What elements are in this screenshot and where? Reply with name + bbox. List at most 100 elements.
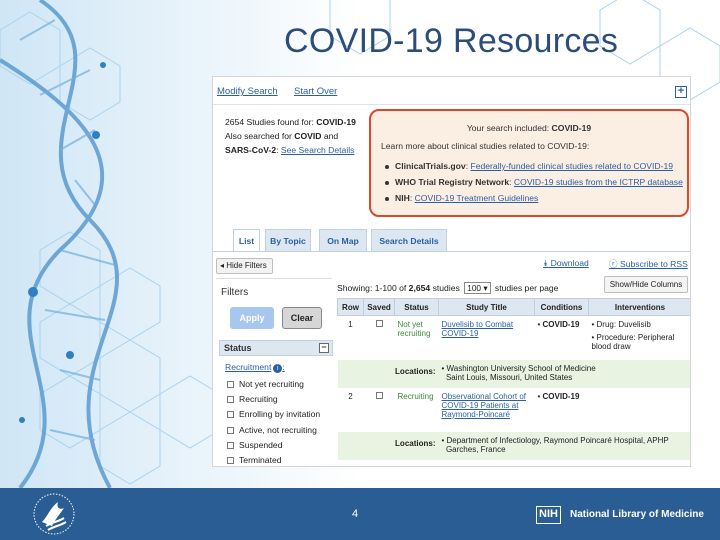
search-summary: 2654 Studies found for: COVID-19 Also se… [225,117,356,155]
plus-icon[interactable]: + [675,86,687,98]
resource-list: ClinicalTrials.gov: Federally-funded cli… [385,161,683,209]
show-hide-columns-button[interactable]: Show/Hide Columns [604,276,688,293]
column-header[interactable]: Status [394,298,439,316]
filters-panel: Filters Apply Clear Status − Recruitment… [216,278,333,466]
clear-button[interactable]: Clear [282,307,322,329]
filter-option-checkbox[interactable]: Enrolling by invitation [227,409,320,419]
also-term-covid: COVID [294,131,322,141]
location-text: Saint Louis, Missouri, United States [445,372,573,382]
showing-prefix: Showing: 1-100 of [337,283,407,293]
page-number: 4 [352,508,359,520]
column-header[interactable]: Saved [363,298,395,316]
clinicaltrials-screenshot: Modify Search Start Over + 2654 Studies … [212,76,691,467]
start-over-link[interactable]: Start Over [294,86,337,97]
search-term: COVID-19 [316,117,356,127]
location-row: Locations: • Department of Infectiology,… [337,431,690,460]
interventions-cell [589,388,691,432]
apply-button[interactable]: Apply [230,307,274,329]
checkbox-icon[interactable] [227,457,234,464]
per-page-suffix: studies per page [494,283,559,293]
tab-by-topic[interactable]: By Topic [265,229,311,251]
column-header[interactable]: Interventions [588,298,690,316]
download-label: Download [550,258,589,268]
status-section-header[interactable]: Status − [219,340,333,356]
download-link[interactable]: ⯯ Download [543,258,589,269]
filter-option-label: Suspended [239,440,283,450]
intervention-item: • Procedure: Peripheral blood draw [591,333,675,351]
save-checkbox[interactable] [375,391,383,399]
filter-option-label: Terminated [239,455,282,465]
resource-item: NIH: COVID-19 Treatment Guidelines [385,193,683,209]
condition-cell: • COVID-19 [537,320,580,329]
chevron-down-icon: ▾ [483,283,488,293]
studies-word: studies [432,283,460,293]
filter-option-label: Active, not recruiting [239,425,317,435]
location-cell: • Department of Infectiology, Raymond Po… [438,431,690,460]
checkbox-icon[interactable] [227,427,234,434]
intervention-item: • Drug: Duvelisib [591,320,651,329]
filter-option-checkbox[interactable]: Suspended [227,440,283,450]
subscribe-label: Subscribe to RSS [620,259,688,269]
modify-search-link[interactable]: Modify Search [217,86,278,97]
checkbox-icon[interactable] [227,442,234,449]
table-row: 1 Not yet recruiting Duvelisib to Combat… [338,316,691,360]
recruitment-text: Recruitment [225,362,272,372]
showing-summary: Showing: 1-100 of 2,654 studies 100 ▾ st… [337,282,558,294]
filter-option-label: Recruiting [239,394,278,404]
checkbox-icon[interactable] [227,411,234,418]
tab-search-details[interactable]: Search Details [371,229,447,251]
column-header[interactable]: Conditions [534,298,589,316]
resource-item: WHO Trial Registry Network: COVID-19 stu… [385,177,683,193]
checkbox-icon[interactable] [227,381,234,388]
status-cell: Not yet recruiting [397,320,431,338]
resource-link[interactable]: COVID-19 studies from the ICTRP database [514,177,683,187]
also-term-sars: SARS-CoV-2 [225,145,277,155]
save-checkbox[interactable] [375,320,383,327]
see-search-details-link[interactable]: See Search Details [281,145,355,155]
resource-source: WHO Trial Registry Network [395,177,510,187]
tab-on-map[interactable]: On Map [319,229,367,251]
condition-text: COVID-19 [542,320,580,329]
title-cell: Duvelisib to Combat COVID-19 [439,316,535,360]
column-header[interactable]: Row [337,298,364,316]
slide-footer: 4 NIH National Library of Medicine [0,488,720,540]
resource-link[interactable]: COVID-19 Treatment Guidelines [415,193,539,203]
rss-icon: ⓡ [609,259,618,269]
download-icon: ⯯ [543,258,549,268]
search-included-text: Your search included: [466,123,550,133]
slide-title: COVID-19 Resources [284,22,619,60]
subscribe-rss-link[interactable]: ⓡ Subscribe to RSS [609,258,688,270]
info-icon[interactable]: i [273,364,283,373]
filter-option-label: Enrolling by invitation [239,409,321,419]
also-searched-text: Also searched for [225,131,292,141]
locations-label: Locations: [363,359,439,388]
search-included-term: COVID-19 [551,123,592,133]
location-text: Garches, France [445,444,506,454]
locations-label: Locations: [363,431,439,460]
filter-option-checkbox[interactable]: Recruiting [227,394,278,404]
filter-option-checkbox[interactable]: Not yet recruiting [227,379,304,389]
study-title-link[interactable]: Observational Cohort of COVID-19 Patient… [442,392,527,419]
filter-option-checkbox[interactable]: Active, not recruiting [227,425,317,435]
tab-list[interactable]: List [233,229,260,251]
collapse-minus-icon[interactable]: − [319,343,329,353]
interventions-cell: • Drug: Duvelisib • Procedure: Periphera… [589,316,691,360]
resource-item: ClinicalTrials.gov: Federally-funded cli… [385,161,683,177]
nlm-label: National Library of Medicine [570,509,704,520]
info-box-header: Your search included: COVID-19 [371,123,687,133]
hide-filters-button[interactable]: ◂ Hide Filters [216,258,273,274]
recruitment-label[interactable]: Recruitment i: [225,362,285,373]
hhs-eagle-logo [33,493,75,535]
study-title-link[interactable]: Duvelisib to Combat COVID-19 [442,320,514,338]
filter-option-checkbox[interactable]: Terminated [227,455,282,465]
chevron-left-icon: ◂ [220,261,225,270]
checkbox-icon[interactable] [227,396,234,403]
column-header[interactable]: Study Title [438,298,535,316]
total-count: 2,654 [408,283,431,293]
per-page-select[interactable]: 100 ▾ [464,282,491,294]
resource-link[interactable]: Federally-funded clinical studies relate… [470,161,673,171]
title-cell: Observational Cohort of COVID-19 Patient… [439,388,535,432]
location-text: Washington University School of Medicine [446,363,596,373]
tab-divider [213,251,690,252]
search-topbar: Modify Search Start Over + [213,77,690,105]
